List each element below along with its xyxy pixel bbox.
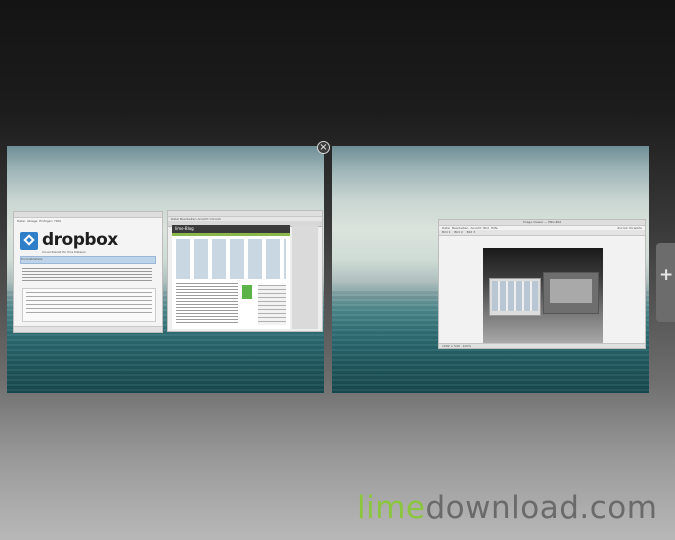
nested-window-thumb: [489, 278, 541, 316]
site-name: lime·Blog: [175, 226, 194, 231]
dropbox-logo-icon: [20, 232, 38, 250]
dropbox-window[interactable]: Datei Ablage Einfügen Hilfe dropbox Clou…: [13, 211, 163, 333]
status-text: 1082 × 540 · 100%: [442, 344, 472, 348]
menu-item[interactable]: Bearbeiten: [180, 217, 196, 221]
plus-icon: +: [659, 265, 674, 285]
close-workspace-button[interactable]: ×: [317, 141, 330, 154]
menu-item[interactable]: Hilfe: [491, 226, 498, 230]
menu-item[interactable]: Bild: [483, 226, 489, 230]
article-thumbnails: [176, 239, 286, 279]
article-text: [176, 283, 238, 325]
description-text-block: [22, 268, 152, 282]
image-viewer-statusbar: 1082 × 540 · 100%: [439, 343, 645, 348]
details-box: [22, 288, 156, 322]
dropbox-tagline: Cloud-Dienst für Ihre Dateien: [42, 250, 86, 254]
image-viewer-title: Image Viewer — PNG-Bild: [522, 220, 562, 224]
green-badge: [242, 285, 252, 299]
watermark-logo: limedownload.com: [357, 490, 657, 526]
dropbox-window-menu[interactable]: Datei Ablage Einfügen Hilfe: [14, 218, 162, 224]
browser-scroll-area[interactable]: [292, 225, 318, 329]
watermark-lime: lime: [357, 490, 426, 526]
image-viewer-tabs[interactable]: Bild 1 Bild 2 Bild 3: [439, 230, 645, 236]
tab[interactable]: Bild 1: [442, 230, 451, 234]
image-viewer-window[interactable]: Image Viewer — PNG-Bild Datei Bearbeiten…: [438, 219, 646, 349]
browser-window[interactable]: Datei Bearbeiten Ansicht Chronik lime·Bl…: [167, 210, 323, 332]
nested-window-thumb: [543, 272, 599, 314]
menu-item[interactable]: Hilfe: [54, 219, 61, 223]
menu-item[interactable]: Ablage: [27, 219, 37, 223]
menu-item[interactable]: Chronik: [209, 217, 220, 221]
add-workspace-button[interactable]: +: [656, 243, 675, 322]
menu-item[interactable]: Ansicht: [197, 217, 208, 221]
tab[interactable]: Bild 2: [454, 230, 463, 234]
dropbox-logo-text: dropbox: [42, 230, 118, 250]
browser-page: lime·Blog: [172, 225, 290, 329]
site-header: lime·Blog: [172, 225, 290, 233]
menu-item[interactable]: Datei: [171, 217, 179, 221]
toolbar-button[interactable]: Vorwärts: [629, 226, 642, 230]
workspace-1-thumbnail[interactable]: Datei Ablage Einfügen Hilfe dropbox Clou…: [7, 146, 324, 393]
toolbar-button[interactable]: Zurück: [617, 226, 627, 230]
tab[interactable]: Bild 3: [467, 230, 476, 234]
section-header: Produktdetails: [20, 256, 156, 264]
menu-item[interactable]: Datei: [17, 219, 25, 223]
statusbar: [14, 326, 162, 332]
menu-item[interactable]: Einfügen: [39, 219, 52, 223]
site-nav: [172, 233, 290, 236]
workspace-2-thumbnail[interactable]: Image Viewer — PNG-Bild Datei Bearbeiten…: [332, 146, 649, 393]
watermark-domain: download.com: [425, 490, 658, 526]
section-title: Produktdetails: [21, 257, 43, 261]
close-icon: ×: [319, 142, 328, 153]
sidebar-box: [258, 285, 286, 325]
image-canvas[interactable]: [483, 248, 603, 343]
